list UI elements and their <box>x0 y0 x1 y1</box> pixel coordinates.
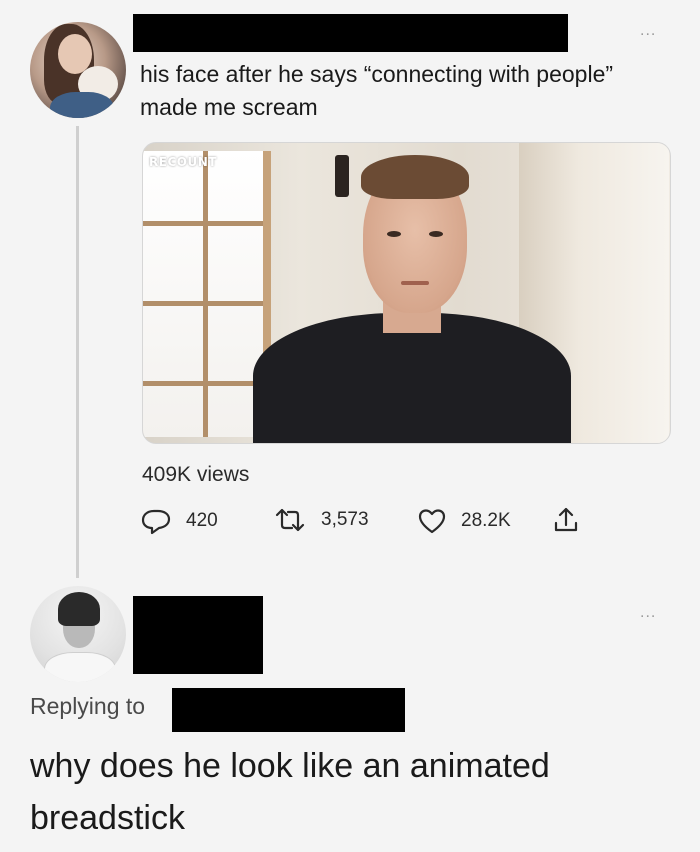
reply-author-avatar[interactable] <box>30 586 126 682</box>
retweet-count: 3,573 <box>321 509 369 530</box>
redacted-reply-author-name <box>133 596 263 674</box>
tweet-video[interactable]: RECOUNT <box>142 142 671 444</box>
like-button[interactable]: 28.2K <box>417 507 511 535</box>
share-button[interactable] <box>552 505 594 535</box>
video-person-mouth <box>401 281 429 285</box>
reply-button[interactable]: 420 <box>140 507 218 535</box>
video-person-hair <box>361 155 469 199</box>
like-icon <box>418 509 446 534</box>
video-person-eye <box>387 231 401 237</box>
more-icon[interactable]: ... <box>640 604 656 622</box>
retweet-button[interactable]: 3,573 <box>273 507 369 533</box>
share-icon <box>554 507 578 532</box>
retweet-icon <box>275 508 305 532</box>
reply-icon <box>141 509 171 535</box>
replying-to-label: Replying to <box>30 693 146 719</box>
avatar-hair <box>58 592 100 626</box>
tweet-text: his face after he says “connecting with … <box>140 61 614 120</box>
thread-line <box>76 126 79 578</box>
redacted-replying-to-handle <box>172 688 405 732</box>
video-overlay-label: RECOUNT <box>149 155 217 169</box>
reply-count: 420 <box>186 510 218 531</box>
avatar-shirt <box>44 652 116 682</box>
more-icon[interactable]: ... <box>640 22 656 40</box>
reply-text: why does he look like an animated breads… <box>30 747 550 837</box>
video-person-eye <box>429 231 443 237</box>
like-count: 28.2K <box>461 510 511 531</box>
author-avatar[interactable] <box>30 22 126 118</box>
video-wall-sconce <box>335 155 349 197</box>
redacted-author-name <box>133 14 568 52</box>
view-count: 409K views <box>142 463 250 486</box>
avatar-shirt <box>50 92 114 118</box>
video-window-frame <box>143 151 271 437</box>
